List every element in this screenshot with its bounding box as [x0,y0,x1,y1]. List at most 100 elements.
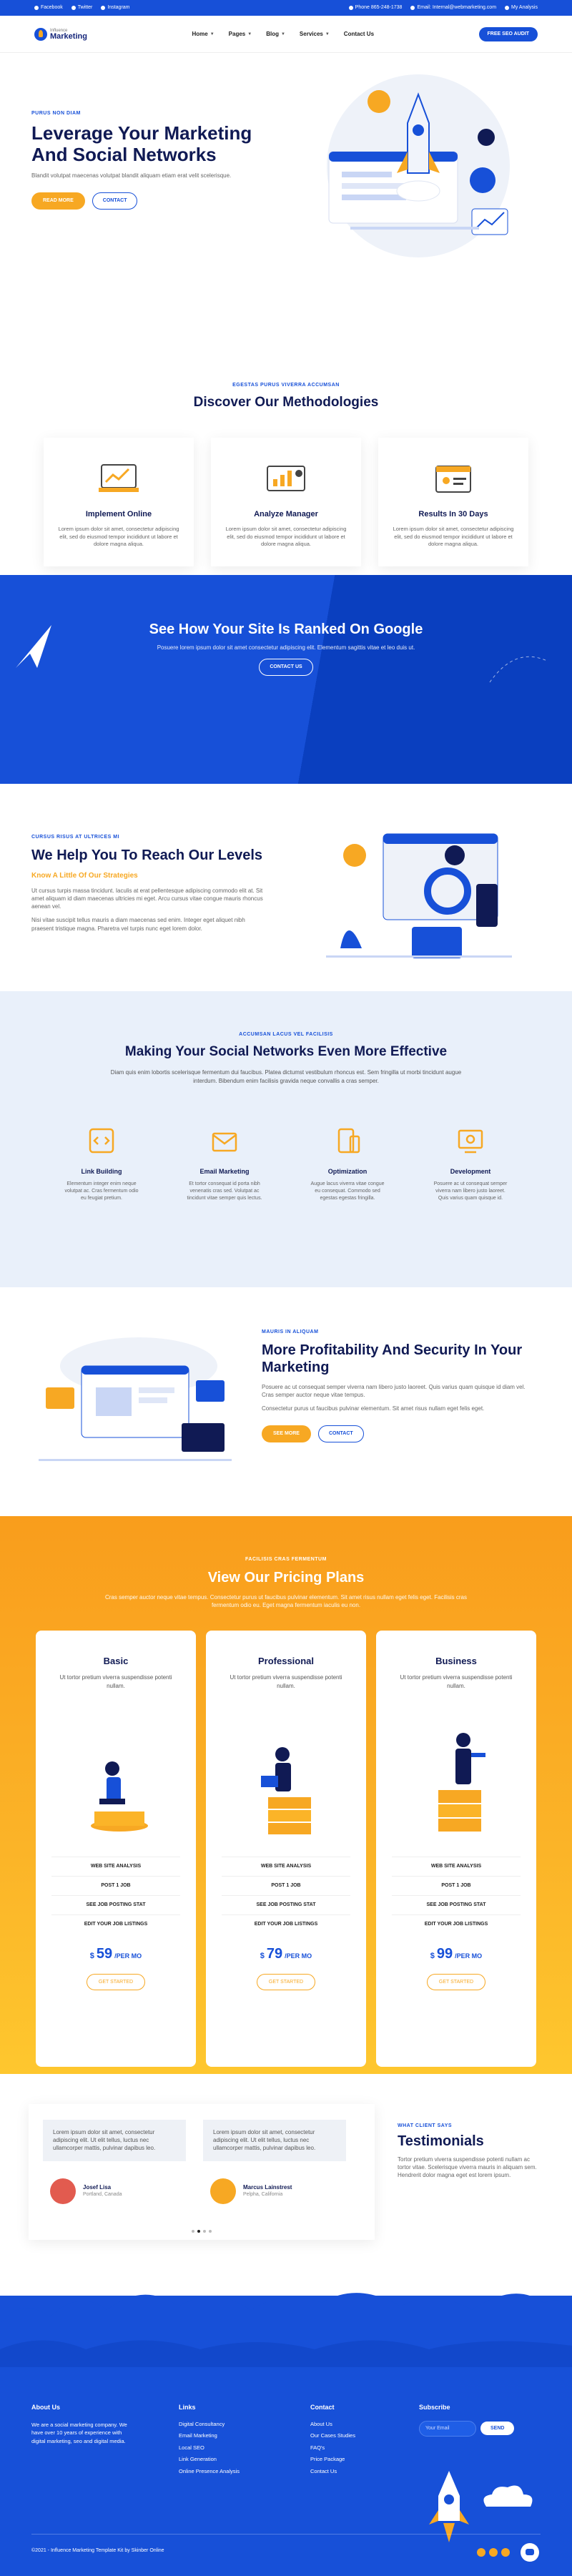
service-item-text: Posuere ac ut consequat semper viverra n… [433,1181,508,1201]
footer-link[interactable]: Link Generation [179,2456,310,2464]
profit-kicker: MAURIS IN ALIQUAM [262,1329,319,1334]
footer-link[interactable]: Email Marketing [179,2432,310,2440]
methodologies-kicker: EGESTAS PURUS VIVERRA ACCUMSAN [232,383,340,388]
chat-bubble-button[interactable] [521,2543,539,2562]
instagram-link[interactable]: Instagram [101,4,130,11]
free-seo-audit-button[interactable]: FREE SEO AUDIT [478,27,538,41]
footer-contact-link[interactable]: Our Cases Studies [310,2432,419,2440]
profit-title: More Profitability And Security In Your … [262,1342,523,1375]
nav-blog[interactable]: Blog ▼ [266,30,285,38]
method-card: Analyze Manager Lorem ipsum dolor sit am… [211,438,361,567]
facebook-icon [34,5,39,10]
facebook-icon[interactable] [477,2548,485,2557]
email-link[interactable]: Email: Internal@webmarketing.com [410,4,496,11]
logo-big-text: Marketing [50,31,87,41]
email-label: Email: Internal@webmarketing.com [417,5,497,11]
footer-link[interactable]: Local SEO [179,2444,310,2452]
hero-contact-button[interactable]: CONTACT [92,192,138,210]
carousel-dot[interactable] [209,2230,212,2233]
price-amount: 79 [266,1945,283,1962]
plan-description: Ut tortor pretium viverra suspendisse po… [59,1674,172,1689]
copyright-text: ©2021 - Influence Marketing Template Kit… [31,2548,164,2554]
facebook-link[interactable]: Facebook [34,4,63,11]
carousel-dot[interactable] [203,2230,206,2233]
gear-monitor-icon [458,1129,483,1154]
footer-contact-link[interactable]: FAQ's [310,2444,419,2452]
price-period: /PER MO [114,1952,142,1960]
person-coins-illustration [261,1746,311,1834]
nav-contact[interactable]: Contact Us [344,30,374,38]
account-label: My Analysis [511,5,538,11]
person-coins-illustration [438,1732,485,1832]
price-currency: $ [89,1951,94,1960]
footer-contact-link[interactable]: About Us [310,2421,419,2429]
nav-services[interactable]: Services ▼ [300,30,330,38]
subscribe-email-input[interactable]: Your Email [419,2420,476,2437]
pricing-section: FACILISIS CRAS FERMENTUM View Our Pricin… [0,1516,572,2074]
read-more-button[interactable]: READ MORE [31,192,85,210]
footer-link[interactable]: Digital Consultancy [179,2421,310,2429]
rocket-launch-illustration [327,74,510,257]
avatar [50,2178,76,2204]
get-started-button[interactable]: GET STARTED [256,1973,316,1991]
methodologies-section: EGESTAS PURUS VIVERRA ACCUMSAN Discover … [0,282,572,575]
footer-link[interactable]: Online Presence Analysis [179,2468,310,2476]
service-item-title: Development [450,1168,491,1176]
pricing-intro: Cras semper auctor neque vitae tempus. C… [104,1593,467,1608]
testimonial-name: Marcus Lainstrest [243,2184,292,2191]
help-kicker: CURSUS RISUS AT ULTRICES MI [31,835,120,840]
carousel-dot[interactable] [197,2230,200,2233]
plan-feature: POST 1 JOB [222,1876,350,1895]
plan-feature: POST 1 JOB [392,1876,521,1895]
plan-name: Business [435,1656,477,1667]
subscribe-send-button[interactable]: SEND [480,2421,515,2436]
instagram-label: Instagram [107,5,130,11]
phone-link[interactable]: Phone 865-248-1738 [348,4,402,11]
banner-contact-button[interactable]: CONTACT US [259,659,313,676]
facebook-label: Facebook [41,5,63,11]
profit-contact-button[interactable]: CONTACT [317,1425,364,1443]
envelope-icon [212,1132,237,1152]
twitter-link[interactable]: Twitter [71,4,92,11]
method-card-title: Implement Online [85,509,152,518]
method-card-text: Lorem ipsum dolor sit amet, consectetur … [225,526,347,548]
footer-contact-title: Contact [310,2404,335,2411]
phone-icon [348,5,353,10]
twitter-icon [71,5,76,10]
main-nav: Home ▼ Pages ▼ Blog ▼ Services ▼ Contact Us [192,30,374,38]
social-networks-section: ACCUMSAN LACUS VEL FACILISIS Making Your… [0,991,572,1287]
nav-pages[interactable]: Pages ▼ [229,30,252,38]
get-started-button[interactable]: GET STARTED [86,1973,146,1991]
testimonial-location: Pelpha, California [243,2192,283,2198]
testimonials-text: Tortor pretium viverra suspendisse poten… [398,2155,537,2179]
nav-home[interactable]: Home ▼ [192,30,214,38]
twitter-icon[interactable] [489,2548,498,2557]
code-icon [89,1128,114,1154]
top-bar: Facebook Twitter Instagram Phone 865-248… [0,0,572,16]
plan-feature: SEE JOB POSTING STAT [392,1894,521,1914]
carousel-dot[interactable] [192,2230,194,2233]
service-item-title: Email Marketing [199,1168,250,1176]
instagram-icon[interactable] [501,2548,510,2557]
account-link[interactable]: My Analysis [505,4,538,11]
profitability-section: MAURIS IN ALIQUAM More Profitability And… [0,1287,572,1516]
person-coins-illustration [91,1761,148,1832]
footer-about: About Us We are a social marketing compa… [31,2403,179,2479]
chevron-down-icon: ▼ [247,31,252,36]
analytics-icon [267,466,305,492]
footer-contact: Contact About Us Our Cases Studies FAQ's… [310,2403,419,2479]
service-item-title: Link Building [81,1168,122,1176]
footer-contact-link[interactable]: Contact Us [310,2468,419,2476]
help-subtitle: Know A Little Of Our Strategies [31,871,138,880]
plan-feature: SEE JOB POSTING STAT [222,1894,350,1914]
testimonial-card: Lorem ipsum dolor sit amet, consectetur … [203,2120,346,2204]
testimonial-location: Portland, Canada [83,2192,122,2198]
social-intro: Diam quis enim lobortis scelerisque ferm… [110,1069,462,1084]
chevron-down-icon: ▼ [209,31,214,36]
footer-contact-link[interactable]: Price Package [310,2456,419,2464]
method-card-text: Lorem ipsum dolor sit amet, consectetur … [393,526,514,548]
get-started-button[interactable]: GET STARTED [426,1973,486,1991]
see-more-button[interactable]: SEE MORE [262,1425,311,1443]
site-logo[interactable]: Influence Marketing [34,28,87,41]
service-item: Link Building Elementum integer enim neq… [61,1125,142,1202]
